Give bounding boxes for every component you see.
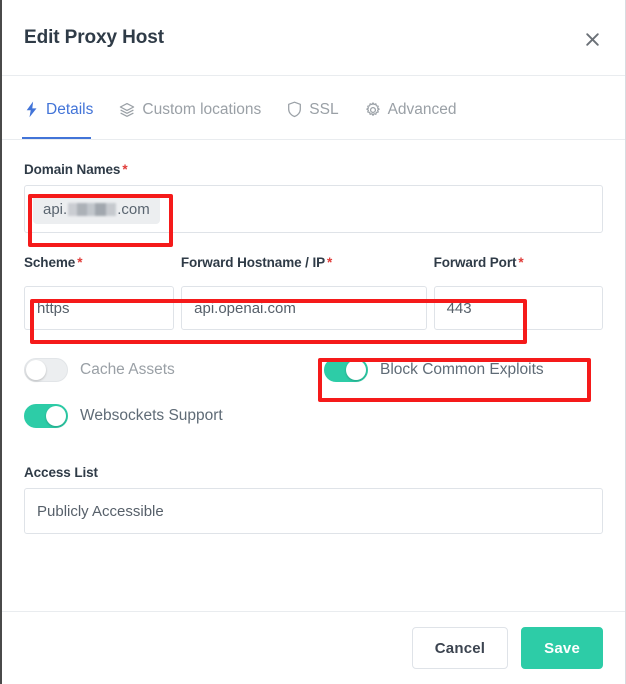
scheme-label: Scheme * — [24, 255, 181, 270]
switch-knob — [26, 360, 46, 380]
cache-assets-switch[interactable] — [24, 358, 68, 382]
access-list-label-text: Access List — [24, 465, 98, 480]
modal-header: Edit Proxy Host — [2, 0, 625, 76]
block-common-exploits-switch[interactable] — [324, 358, 368, 382]
domain-tag-suffix: .com — [117, 200, 150, 218]
modal-body: Domain Names * api. .com Scheme * Forward H… — [2, 140, 625, 534]
toggle-block-common-exploits[interactable]: Block Common Exploits — [324, 358, 544, 382]
cancel-button[interactable]: Cancel — [411, 627, 509, 669]
save-button[interactable]: Save — [521, 627, 603, 669]
switch-knob — [346, 360, 366, 380]
toggle-cache-assets[interactable]: Cache Assets — [24, 358, 324, 382]
tab-ssl[interactable]: SSL — [287, 76, 339, 139]
toggle-websockets-support[interactable]: Websockets Support — [24, 404, 223, 428]
close-icon[interactable] — [579, 26, 605, 52]
forward-port-label: Forward Port * — [434, 255, 603, 270]
required-asterisk: * — [327, 255, 333, 270]
tab-details[interactable]: Details — [21, 76, 94, 139]
scheme-select[interactable]: https — [24, 286, 175, 330]
layers-icon — [119, 102, 135, 118]
toggle-row-2: Websockets Support — [24, 393, 603, 439]
cache-assets-label: Cache Assets — [80, 361, 175, 378]
forward-inputs-row: https api.openai.com 443 — [24, 286, 603, 330]
tab-advanced-label: Advanced — [387, 100, 457, 118]
redacted-block — [68, 202, 117, 216]
access-list-select[interactable]: Publicly Accessible — [24, 488, 603, 534]
block-common-exploits-label: Block Common Exploits — [380, 361, 544, 378]
scheme-label-text: Scheme — [24, 255, 76, 270]
tab-details-label: Details — [46, 100, 94, 118]
bolt-icon — [24, 101, 39, 118]
forward-hostname-label: Forward Hostname / IP * — [181, 255, 434, 270]
domain-names-input[interactable]: api. .com — [24, 185, 603, 233]
websockets-support-label: Websockets Support — [80, 407, 223, 424]
forward-hostname-label-text: Forward Hostname / IP — [180, 255, 326, 270]
tab-custom-locations-label: Custom locations — [142, 100, 262, 118]
tab-custom-locations[interactable]: Custom locations — [119, 76, 261, 139]
required-asterisk: * — [77, 255, 83, 270]
domain-names-label: Domain Names * — [24, 162, 603, 177]
websockets-support-switch[interactable] — [24, 404, 68, 428]
tab-ssl-label: SSL — [309, 100, 339, 118]
edit-proxy-host-modal: Edit Proxy Host Details Custom locations… — [0, 0, 626, 684]
forward-hostname-input[interactable]: api.openai.com — [181, 286, 427, 330]
domain-tag-prefix: api. — [43, 200, 68, 218]
forward-port-label-text: Forward Port — [433, 255, 517, 270]
shield-icon — [287, 101, 302, 118]
forward-port-input[interactable]: 443 — [433, 286, 603, 330]
domain-names-label-text: Domain Names — [24, 162, 121, 177]
modal-footer: Cancel Save — [2, 611, 625, 684]
domain-name-tag[interactable]: api. .com — [33, 194, 160, 224]
forward-labels-row: Scheme * Forward Hostname / IP * Forward P… — [24, 255, 603, 278]
required-asterisk: * — [518, 255, 524, 270]
required-asterisk: * — [122, 162, 128, 177]
toggle-row-1: Cache Assets Block Common Exploits — [24, 347, 603, 393]
access-list-label: Access List — [24, 465, 603, 480]
tab-bar: Details Custom locations SSL Advanced — [2, 76, 625, 140]
page-title: Edit Proxy Host — [24, 26, 164, 48]
switch-knob — [46, 406, 66, 426]
tab-advanced[interactable]: Advanced — [365, 76, 457, 139]
gear-icon — [365, 101, 381, 118]
